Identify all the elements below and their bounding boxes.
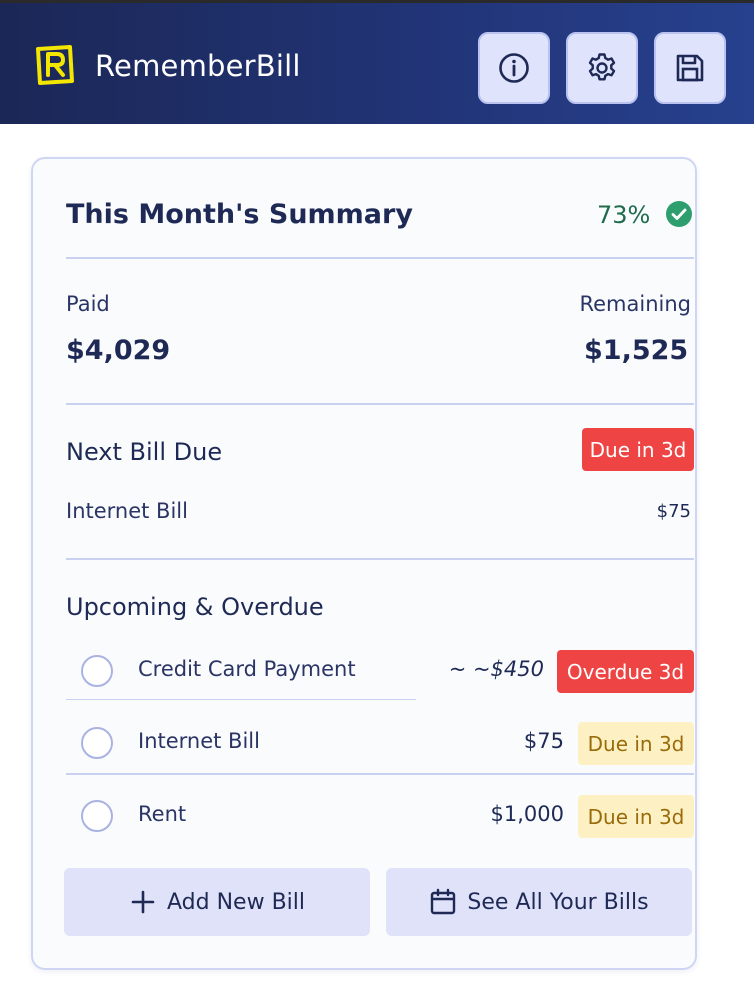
bill-row: Internet Bill $75 Due in 3d xyxy=(66,707,694,779)
app-title: RememberBill xyxy=(95,49,301,83)
percent-paid: 73% xyxy=(597,201,651,229)
mark-paid-radio[interactable] xyxy=(81,800,113,832)
next-bill-amount: $75 xyxy=(656,501,691,522)
app-logo-icon xyxy=(36,45,74,85)
gear-icon xyxy=(588,53,616,81)
bill-amount: $1,000 xyxy=(490,802,564,826)
info-icon xyxy=(499,53,529,83)
bill-name: Rent xyxy=(138,802,187,826)
upcoming-title: Upcoming & Overdue xyxy=(66,593,324,621)
save-button[interactable] xyxy=(654,32,726,104)
next-bill-title: Next Bill Due xyxy=(66,438,223,466)
add-new-bill-button[interactable]: Add New Bill xyxy=(64,868,370,936)
mark-paid-radio[interactable] xyxy=(81,727,113,759)
app-header: RememberBill xyxy=(0,0,754,124)
paid-value: $4,029 xyxy=(66,335,171,366)
check-circle-icon xyxy=(666,201,692,227)
divider xyxy=(66,773,694,775)
remaining-value: $1,525 xyxy=(584,335,689,366)
remaining-label: Remaining xyxy=(579,292,691,316)
see-all-bills-button[interactable]: See All Your Bills xyxy=(386,868,692,936)
bill-name: Internet Bill xyxy=(138,729,260,753)
divider xyxy=(66,403,694,405)
divider xyxy=(66,558,694,560)
due-badge: Due in 3d xyxy=(578,722,694,765)
bill-amount: $75 xyxy=(523,729,564,753)
save-icon xyxy=(676,54,704,82)
due-badge: Due in 3d xyxy=(578,795,694,838)
mark-paid-radio[interactable] xyxy=(81,655,113,687)
settings-button[interactable] xyxy=(566,32,638,104)
bill-row: Rent $1,000 Due in 3d xyxy=(66,780,694,852)
divider xyxy=(66,257,694,259)
summary-title: This Month's Summary xyxy=(66,199,413,230)
add-new-bill-label: Add New Bill xyxy=(167,889,305,915)
next-bill-name: Internet Bill xyxy=(66,499,188,523)
plus-icon xyxy=(131,890,155,914)
calendar-icon xyxy=(431,888,456,915)
paid-label: Paid xyxy=(66,292,110,316)
bill-name: Credit Card Payment xyxy=(138,657,356,681)
divider xyxy=(66,699,416,700)
summary-card: This Month's Summary 73% Paid Remaining … xyxy=(31,157,697,970)
next-bill-due-badge: Due in 3d xyxy=(582,428,694,471)
see-all-bills-label: See All Your Bills xyxy=(467,889,649,915)
bill-row: Credit Card Payment ~ ~$450 Overdue 3d xyxy=(66,635,694,707)
bill-amount: ~ ~$450 xyxy=(448,657,544,681)
info-button[interactable] xyxy=(478,32,550,104)
overdue-badge: Overdue 3d xyxy=(557,650,694,693)
